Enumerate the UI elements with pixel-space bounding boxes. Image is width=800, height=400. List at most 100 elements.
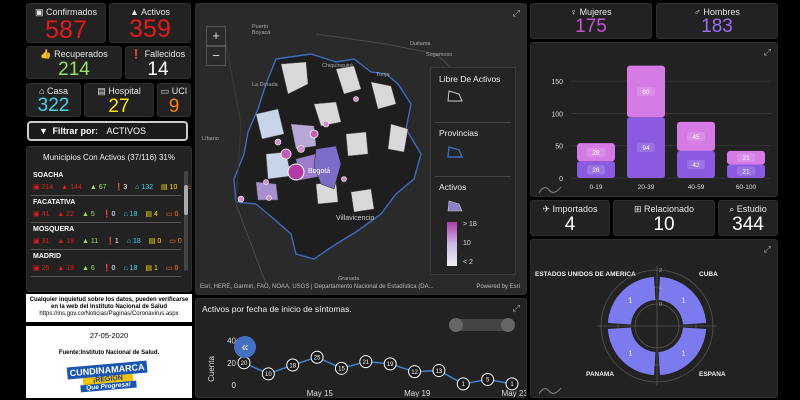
kpi-recuperados: 👍 Recuperados 214 xyxy=(26,46,122,79)
map-label: Chiquinquirá xyxy=(322,63,353,69)
filter-icon: ▼ xyxy=(39,126,48,136)
kpi-fallecidos: ❗ Fallecidos 14 xyxy=(125,46,191,79)
legend-libre-swatch xyxy=(447,90,463,102)
municipio-name: MOSQUERA xyxy=(33,226,75,233)
info-panel: Cualquier inquietud sobre los datos, pue… xyxy=(26,294,192,322)
map-label: Tunja xyxy=(376,72,390,78)
kpi-label: Importados xyxy=(552,204,598,214)
bar-value-label: 21 xyxy=(742,155,750,162)
source-text: Fuente:Instituto Nacional de Salud. xyxy=(58,350,160,356)
chart-thumbnail-icon xyxy=(539,387,562,395)
search-icon: ⌕ xyxy=(729,204,735,214)
radial-value-label: 1 xyxy=(682,351,686,358)
x-tick-label: May 19 xyxy=(404,389,431,398)
y-tick-label: 150 xyxy=(551,79,563,86)
kpi-value: 175 xyxy=(575,16,607,37)
kpi-casa: ⌂ Casa 322 xyxy=(26,83,81,117)
kpi-mujeres: ♀ Mujeres 175 xyxy=(530,3,652,39)
bar-value-label: 45 xyxy=(692,134,700,141)
update-date: 27-05-2020 xyxy=(89,331,129,340)
chart-bar-icon: ▣ xyxy=(34,7,44,17)
timeline-handle[interactable]: « xyxy=(234,336,256,358)
age-chart-panel: ⤢ 0 50 100 150 26 28 0-19 94 80 20-39 42 45 40-59 21… xyxy=(530,42,778,197)
kpi-value: 322 xyxy=(37,95,70,116)
plane-icon: ✈ xyxy=(542,204,550,214)
kpi-label: UCI xyxy=(171,86,188,96)
kpi-value: 4 xyxy=(564,214,576,235)
filter-value: ACTIVOS xyxy=(106,126,146,136)
radial-value-label: 1 xyxy=(628,351,632,358)
municipios-panel: Municipios Con Activos (37/116) 31% SOAC… xyxy=(26,146,192,292)
kpi-value: 27 xyxy=(108,96,130,117)
point-value-label: 18 xyxy=(289,363,296,369)
point-value-label: 19 xyxy=(387,362,394,368)
point-value-label: 13 xyxy=(436,369,443,375)
municipios-title: Municipios Con Activos (37/116) 31% xyxy=(43,153,175,162)
x-tick-label: May 15 xyxy=(307,389,334,398)
cundinamarca-logo: CUNDINAMARCA ¡REGIÓN Que Progresa! xyxy=(66,360,149,400)
map-legend: Libre De Activos Provincias Activos > 18… xyxy=(430,67,516,275)
kpi-value: 359 xyxy=(129,15,171,43)
y-tick-label: 0 xyxy=(232,381,237,390)
bar-value-label: 94 xyxy=(642,145,650,152)
municipio-name: SOACHA xyxy=(33,172,64,179)
bar-value-label: 42 xyxy=(692,162,700,169)
exclamation-icon: ❗ xyxy=(130,49,143,59)
filter-label: Filtrar por: xyxy=(52,126,98,136)
zoom-out-button[interactable]: − xyxy=(206,46,226,66)
kpi-value: 183 xyxy=(701,16,733,37)
info-url[interactable]: https://ins.gov.co/Noticias/Paginas/Coro… xyxy=(28,311,190,318)
point-value-label: 20 xyxy=(241,361,248,367)
map-label: Puerto Boyacá xyxy=(252,24,271,36)
kpi-hombres: ♂ Hombres 183 xyxy=(656,3,778,39)
network-icon: ⊞ xyxy=(633,204,642,214)
point-value-label: 12 xyxy=(411,370,418,376)
kpi-estudio: ⌕ Estudio 344 xyxy=(718,200,778,236)
municipios-list[interactable]: SOACHA ▣ 214▲ 144▲ 67❗3⌂ 132▤ 10▭ 2 FACA… xyxy=(27,169,192,291)
y-tick-label: 0 xyxy=(559,176,563,183)
legend-scale-low: < 2 xyxy=(463,259,473,266)
kpi-label: Estudio xyxy=(736,204,767,214)
zoom-in-button[interactable]: + xyxy=(206,26,226,46)
map-label: Villavicencio xyxy=(336,215,375,222)
info-text: Cualquier inquietud sobre los datos, pue… xyxy=(29,297,189,310)
male-icon: ♂ xyxy=(694,7,701,17)
esri-credit[interactable]: Powered by Esri xyxy=(476,284,520,290)
legend-provincias-label: Provincias xyxy=(439,128,479,138)
kpi-relacionado: ⊞ Relacionado 10 xyxy=(613,200,715,236)
radial-tick-label: 2 xyxy=(659,268,662,274)
kpi-hospital: ▤ Hospital 27 xyxy=(84,83,154,117)
kpi-label: Recuperados xyxy=(54,49,108,59)
radial-tick-label: 1 xyxy=(659,285,662,291)
age-chart: 0 50 100 150 26 28 0-19 94 80 20-39 42 45 40-59 21 21… xyxy=(551,65,771,191)
kpi-activos: ▲ Activos 359 xyxy=(109,3,191,43)
kpi-value: 344 xyxy=(732,214,764,235)
kpi-value: 587 xyxy=(45,16,87,43)
countries-chart: 1 1 1 1 2 1 0 ESTADOS UNIDOS DE AMERICA CUBA ESP… xyxy=(535,266,726,386)
municipio-stats: ▣ 214▲ 144▲ 67❗3⌂ 132▤ 10▭ 2 xyxy=(33,184,192,191)
radial-value-label: 1 xyxy=(682,297,686,304)
radial-value-label: 1 xyxy=(628,297,632,304)
y-tick-label: 50 xyxy=(555,144,563,151)
x-tick-label: May 23 xyxy=(502,389,527,398)
map-label: Bogotá xyxy=(308,168,331,175)
filter-select[interactable]: ▼ Filtrar por: ACTIVOS xyxy=(27,121,188,141)
point-value-label: 25 xyxy=(314,356,321,362)
source-panel: 27-05-2020 Fuente:Instituto Nacional de … xyxy=(26,326,192,398)
kpi-label: Relacionado xyxy=(644,204,695,214)
legend-activos-swatch xyxy=(447,200,463,212)
bar-value-label: 80 xyxy=(642,89,650,96)
map-label: Líbano xyxy=(202,136,219,142)
municipio-name: MADRID xyxy=(33,253,61,260)
municipio-stats: ▣ 25 ▲ 19 ▲ 6 ❗0 ⌂ 18 ▤ 1 ▭ 0 xyxy=(33,265,179,272)
map-panel[interactable]: ⤢ Puerto Boyacá Duitama Sogamoso Chiquin… xyxy=(195,3,527,295)
list-scrollbar[interactable] xyxy=(184,171,188,271)
y-tick-label: 20 xyxy=(227,359,236,368)
countries-chart-panel: ⤢ 1111 2 1 0 ESTADOS UNIDOS DE AMERICA CUBA E… xyxy=(530,239,778,398)
series-line xyxy=(243,356,513,385)
legend-provincias-swatch xyxy=(447,146,463,158)
timeline-panel: ⤢ Activos por fecha de inicio de síntoma… xyxy=(195,298,527,398)
kpi-uci: ▭ UCI 9 xyxy=(157,83,191,117)
legend-scale-mid: 10 xyxy=(463,240,471,247)
country-label: ESTADOS UNIDOS DE AMERICA xyxy=(535,271,636,278)
